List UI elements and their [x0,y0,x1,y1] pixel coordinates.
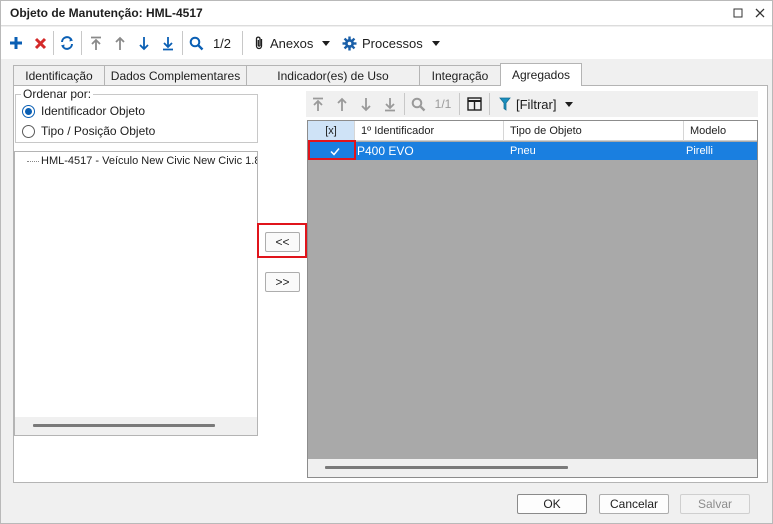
scrollbar-thumb[interactable] [325,466,568,469]
move-to-right-button[interactable]: >> [265,272,300,292]
toolbar-separator [182,31,183,55]
last-record-button[interactable] [381,94,399,114]
arrow-down-icon [139,36,149,50]
column-header-model[interactable]: Modelo [684,121,757,141]
filter-icon [499,97,511,111]
chevron-down-icon [565,101,574,107]
grid-header: [x] 1º Identificador Tipo de Objeto Mode… [308,121,757,141]
highlight-box [257,223,307,258]
arrow-up-icon [115,36,125,50]
previous-record-button[interactable] [111,32,129,54]
aggregates-toolbar: 1/1 [Filtrar] [306,91,758,117]
ok-button[interactable]: OK [517,494,587,514]
radio-unchecked[interactable] [22,124,35,138]
filter-label: [Filtrar] [516,96,557,112]
columns-button[interactable] [464,94,484,114]
last-record-icon [163,36,173,50]
refresh-button[interactable] [58,32,76,54]
column-header-object-type[interactable]: Tipo de Objeto [504,121,684,141]
save-button[interactable]: Salvar [680,494,750,514]
tab-agregados[interactable]: Agregados [500,63,582,86]
search-icon [411,97,425,111]
last-record-icon [385,97,395,111]
first-record-button[interactable] [309,94,327,114]
scrollbar-thumb[interactable] [33,424,215,427]
gear-icon [342,36,357,50]
paperclip-icon [255,36,263,50]
chevron-down-icon [431,40,440,46]
main-toolbar: 1/2 Anexos Processos [1,27,772,59]
maximize-icon [733,8,743,18]
toolbar-separator [81,31,82,55]
add-button[interactable] [7,32,25,54]
arrow-up-icon [337,97,347,111]
cancel-button[interactable]: Cancelar [599,494,669,514]
tab-integracao[interactable]: Integração [419,65,501,85]
toolbar-separator [459,93,460,115]
tree-connector [27,160,39,162]
chevron-down-icon [322,40,331,46]
record-position: 1/1 [434,97,452,111]
cell-object-type: Pneu [510,145,536,157]
column-header-select[interactable]: [x] [308,121,355,141]
first-record-icon [313,97,323,111]
plus-icon [10,37,22,49]
toolbar-separator [404,93,405,115]
dialog-window: Objeto de Manutenção: HML-4517 1/2 Anexo… [0,0,773,524]
first-record-button[interactable] [87,32,105,54]
search-button[interactable] [187,32,205,54]
next-record-button[interactable] [135,32,153,54]
delete-button[interactable] [31,32,49,54]
order-option-label: Tipo / Posição Objeto [41,124,156,138]
attachments-menu[interactable]: Anexos [253,32,331,54]
filter-menu[interactable]: [Filtrar] [499,94,574,114]
refresh-icon [61,36,73,50]
order-by-legend: Ordenar por: [21,87,94,101]
toolbar-separator [242,31,243,55]
columns-icon [466,97,482,111]
processes-menu[interactable]: Processos [342,32,440,54]
tab-indicadores-de-uso[interactable]: Indicador(es) de Uso [246,65,420,85]
order-option-label: Identificador Objeto [41,104,146,118]
cell-model: Pirelli [686,145,713,157]
order-by-type-option[interactable]: Tipo / Posição Objeto [22,123,155,139]
toolbar-separator [53,31,54,55]
tree-item[interactable]: HML-4517 - Veículo New Civic New Civic 1… [27,155,258,167]
close-button[interactable] [751,4,769,22]
tab-dados-complementares[interactable]: Dados Complementares [104,65,247,85]
next-record-button[interactable] [357,94,375,114]
order-by-identifier-option[interactable]: Identificador Objeto [22,103,145,119]
column-header-identifier[interactable]: 1º Identificador [355,121,504,141]
radio-checked[interactable] [22,104,35,118]
delete-x-icon [34,37,46,49]
tree-item-label: HML-4517 - Veículo New Civic New Civic 1… [41,155,258,167]
record-position: 1/2 [212,35,232,51]
previous-record-button[interactable] [333,94,351,114]
window-title: Objeto de Manutenção: HML-4517 [10,6,203,20]
title-bar: Objeto de Manutenção: HML-4517 [1,1,772,26]
highlight-box [308,140,356,160]
arrow-down-icon [361,97,371,111]
grid-horizontal-scrollbar[interactable] [308,459,757,477]
maximize-button[interactable] [729,4,747,22]
cell-identifier: P400 EVO [357,144,414,158]
tree-horizontal-scrollbar[interactable] [15,417,257,435]
toolbar-separator [489,93,490,115]
processes-label: Processos [362,35,423,51]
object-tree: HML-4517 - Veículo New Civic New Civic 1… [14,151,258,436]
aggregates-grid: [x] 1º Identificador Tipo de Objeto Mode… [307,120,758,478]
search-icon [189,36,203,50]
tab-identificacao[interactable]: Identificação [13,65,105,85]
first-record-icon [91,36,101,50]
attachments-label: Anexos [270,35,314,51]
last-record-button[interactable] [159,32,177,54]
table-row[interactable]: P400 EVO Pneu Pirelli [308,142,757,160]
close-icon [755,8,765,18]
search-button[interactable] [409,94,427,114]
